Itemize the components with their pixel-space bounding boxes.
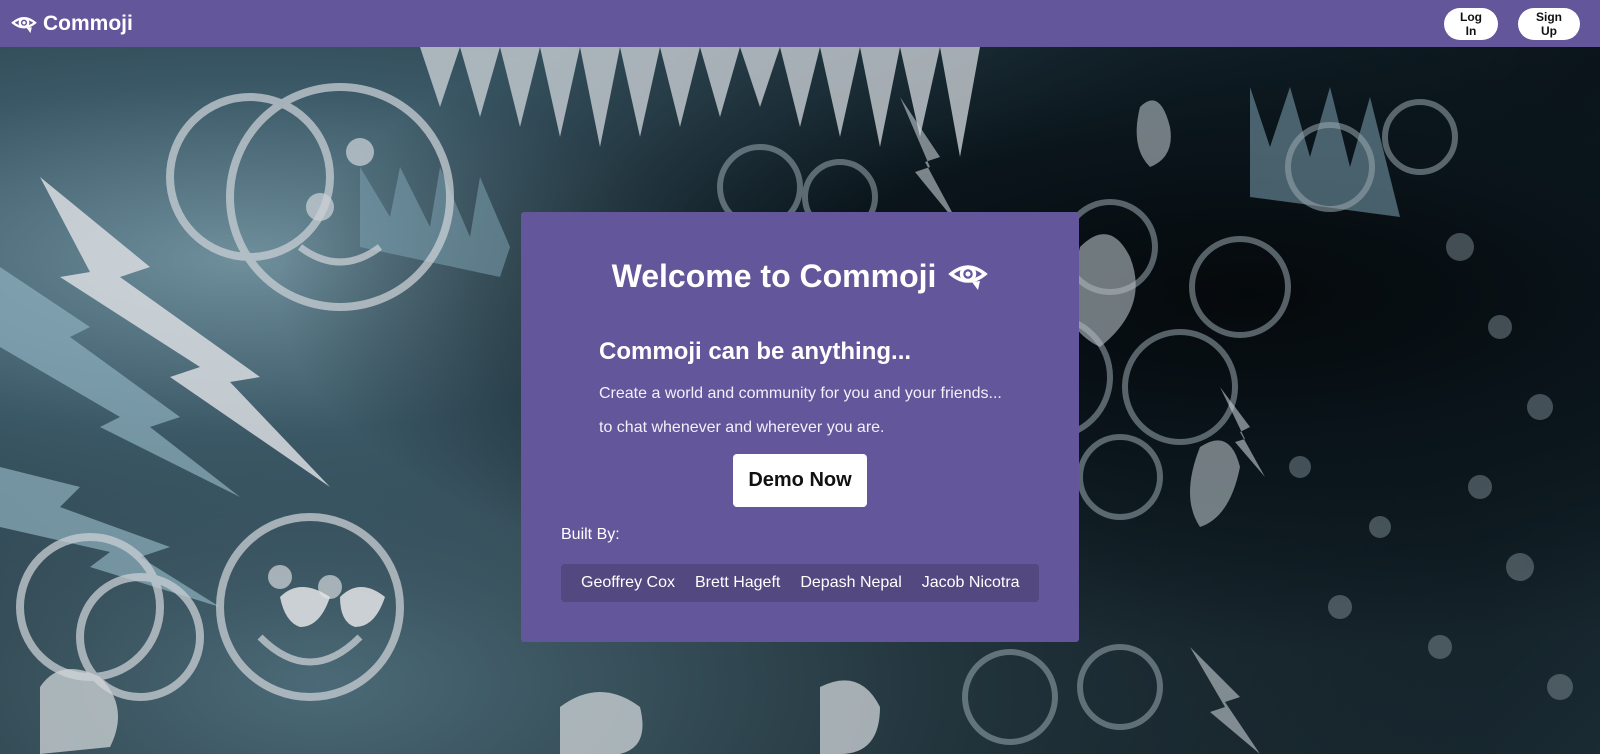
welcome-card: Welcome to Commoji Commoji can be anythi… — [521, 212, 1079, 642]
description-line-2: to chat whenever and wherever you are. — [599, 419, 885, 436]
eye-icon — [11, 11, 37, 37]
author-name: Depash Nepal — [800, 574, 902, 591]
eye-icon — [948, 256, 989, 296]
authors-bar: Geoffrey Cox Brett Hageft Depash Nepal J… — [561, 564, 1039, 602]
top-navbar: Commoji Log In Sign Up — [0, 0, 1600, 47]
brand-name: Commoji — [43, 11, 133, 35]
demo-now-button[interactable]: Demo Now — [733, 454, 867, 507]
signup-button[interactable]: Sign Up — [1518, 7, 1580, 40]
author-name: Geoffrey Cox — [581, 574, 675, 591]
author-name: Brett Hageft — [694, 574, 781, 591]
author-name: Jacob Nicotra — [921, 574, 1020, 591]
description-line-1: Create a world and community for you and… — [599, 385, 1002, 402]
welcome-title-text: Welcome to Commoji — [611, 257, 937, 294]
login-button[interactable]: Log In — [1444, 7, 1498, 40]
built-by-label: Built By: — [561, 526, 620, 543]
brand-link[interactable]: Commoji — [11, 11, 133, 37]
tagline: Commoji can be anything... — [599, 338, 912, 365]
welcome-title: Welcome to Commoji — [521, 256, 1079, 296]
nav-actions: Log In Sign Up — [1444, 7, 1580, 40]
